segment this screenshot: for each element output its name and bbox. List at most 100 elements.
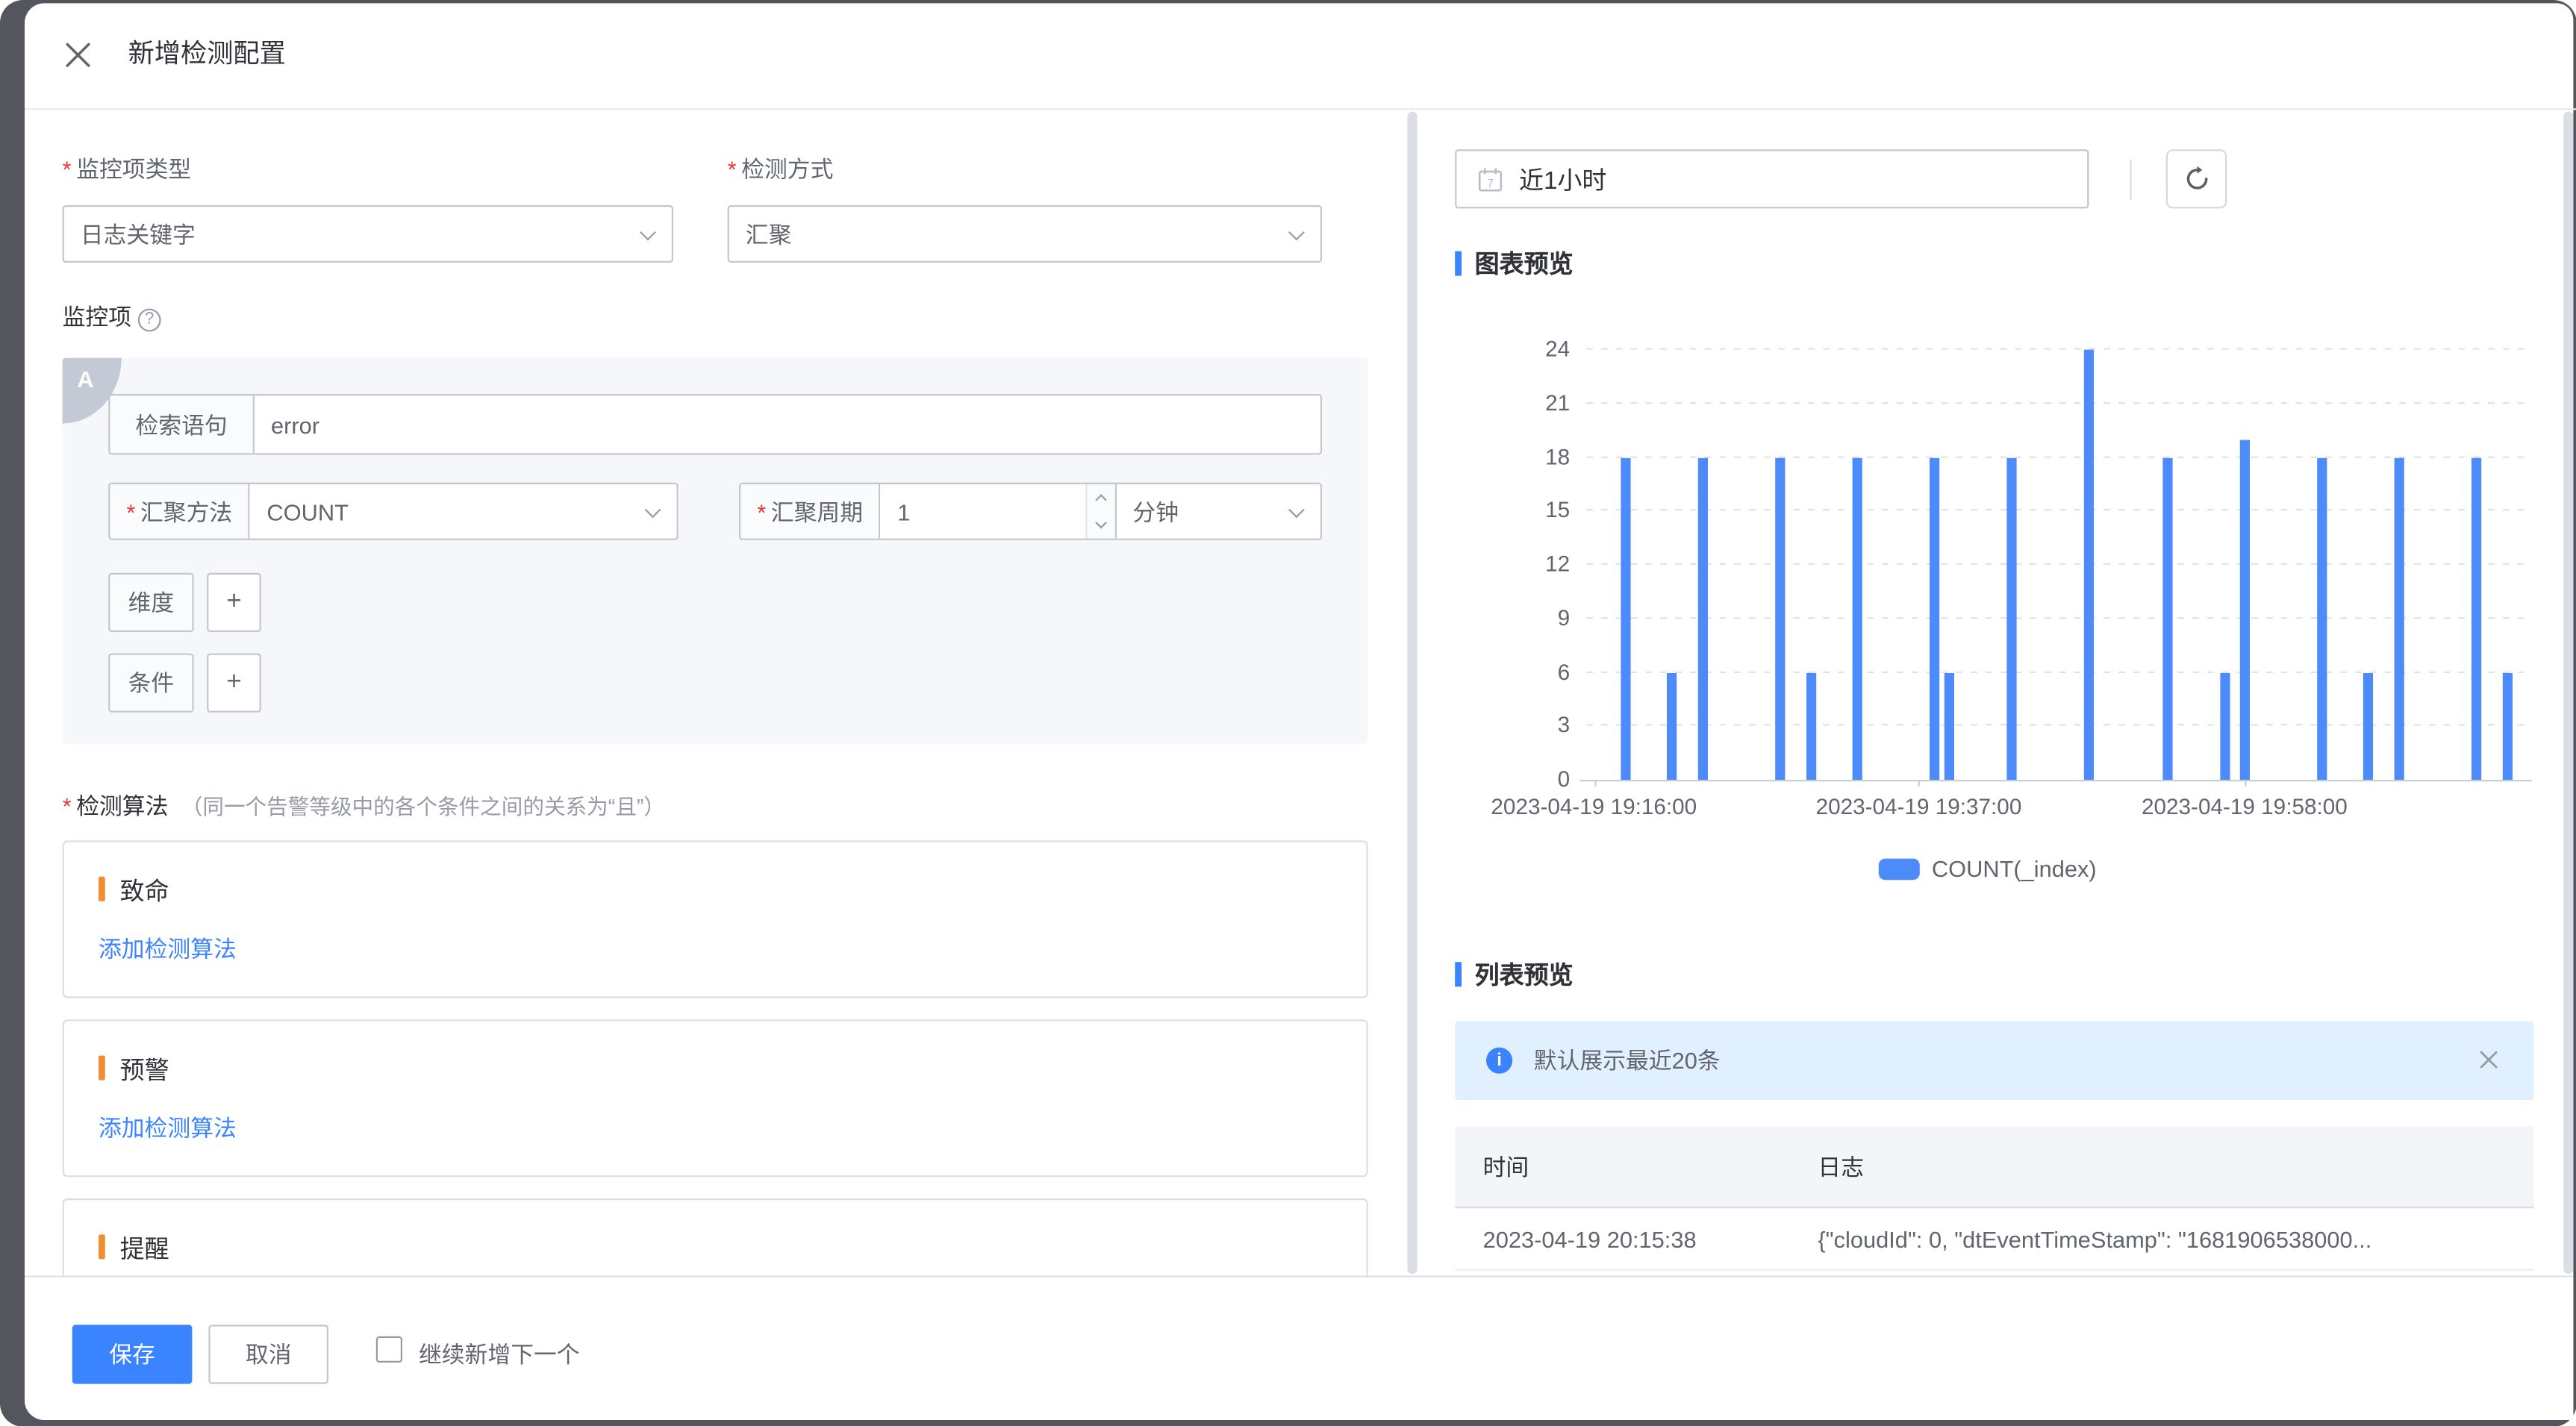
x-tick-mark	[2244, 780, 2247, 787]
chart-bar-19:53[interactable]	[2162, 457, 2172, 780]
y-tick-label: 18	[1545, 444, 1571, 469]
x-tick-label: 2023-04-19 19:37:00	[1815, 794, 2022, 819]
y-tick-label: 15	[1545, 498, 1571, 523]
agg-period-input[interactable]: 1	[881, 484, 1085, 539]
svg-text:7: 7	[1487, 177, 1494, 190]
chart-y-axis-labels: 0 3 6 9 12 15 18 21 24	[1445, 337, 1570, 793]
chart-bar-19:39[interactable]	[1945, 672, 1955, 780]
gridline-18	[1586, 455, 2531, 457]
heading-text: 图表预览	[1474, 251, 1574, 279]
condition-chip: 条件	[108, 653, 194, 713]
required-mark: *	[727, 156, 737, 183]
chart-bar-19:48[interactable]	[2084, 349, 2095, 781]
monitor-type-label: * 监控项类型	[62, 156, 192, 183]
gridline-9	[1586, 616, 2531, 619]
right-pane-scrollbar[interactable]	[2563, 111, 2574, 1275]
chart-bar-20:06[interactable]	[2363, 672, 2374, 780]
save-button[interactable]: 保存	[72, 1325, 193, 1384]
legend-marker	[1879, 857, 1921, 880]
x-tick-mark	[1918, 780, 1921, 787]
y-tick-label: 24	[1545, 337, 1571, 361]
required-mark: *	[126, 498, 136, 525]
add-algorithm-link[interactable]: 添加检测算法	[99, 1111, 237, 1144]
chart-preview-heading: 图表预览	[1455, 246, 1574, 281]
cell-time: 2023-04-19 20:15:38	[1482, 1226, 1697, 1253]
chart-bar-19:38[interactable]	[1930, 457, 1940, 780]
heading-bar	[1455, 962, 1462, 987]
dimension-chip: 维度	[108, 572, 194, 632]
required-mark: *	[62, 792, 72, 819]
gridline-6	[1586, 670, 2531, 672]
chart-plot-area	[1586, 348, 2531, 781]
agg-period-group: * 汇聚周期 1 分钟	[739, 482, 1322, 540]
spinner-down-icon[interactable]	[1087, 511, 1114, 538]
chart-bar-19:23[interactable]	[1697, 457, 1708, 780]
chart-x-axis-labels: 2023-04-19 19:16:00 2023-04-19 19:37:00 20…	[1491, 794, 2530, 828]
monitor-type-select[interactable]: 日志关键字	[62, 205, 674, 263]
detect-method-select[interactable]: 汇聚	[727, 205, 1322, 263]
chart-bar-19:58[interactable]	[2239, 439, 2250, 780]
gridline-15	[1586, 509, 2531, 511]
agg-method-value: COUNT	[266, 498, 349, 525]
time-range-picker[interactable]: 7 近1小时	[1455, 149, 2089, 209]
required-mark: *	[62, 156, 72, 183]
y-tick-label: 21	[1545, 390, 1571, 416]
add-dimension-button[interactable]: +	[207, 572, 261, 632]
chart-bar-19:18[interactable]	[1620, 457, 1630, 780]
close-icon[interactable]	[64, 41, 92, 69]
y-tick-label: 12	[1545, 551, 1571, 577]
cell-log: {"cloudId": 0, "dtEventTimeStamp": "1681…	[1818, 1226, 2372, 1253]
query-input[interactable]: error	[255, 395, 1320, 454]
alert-close-icon[interactable]	[2480, 1051, 2498, 1069]
heading-bar	[1455, 251, 1462, 276]
y-tick-label: 6	[1557, 659, 1571, 684]
refresh-button[interactable]	[2165, 149, 2227, 209]
agg-period-unit-select[interactable]: 分钟	[1114, 484, 1320, 539]
detect-method-value: 汇聚	[745, 220, 792, 248]
y-tick-label: 9	[1557, 605, 1571, 631]
chart-bar-20:15[interactable]	[2501, 672, 2513, 780]
chart-bar-19:30[interactable]	[1806, 672, 1816, 780]
agg-period-unit: 分钟	[1132, 498, 1179, 525]
col-log: 日志	[1818, 1153, 1864, 1180]
chart-bar-19:43[interactable]	[2007, 457, 2018, 780]
number-spinner	[1085, 484, 1115, 539]
drawer-title: 新增检测配置	[128, 41, 286, 69]
header-divider	[23, 107, 2576, 110]
monitor-type-value: 日志关键字	[80, 220, 196, 248]
chart-bar-20:13[interactable]	[2471, 457, 2482, 780]
chart-bar-19:33[interactable]	[1852, 457, 1862, 780]
info-alert: i 默认展示最近20条	[1455, 1021, 2534, 1099]
add-condition-button[interactable]: +	[207, 653, 261, 713]
x-tick-label: 2023-04-19 19:58:00	[2141, 794, 2348, 819]
add-algorithm-link[interactable]: 添加检测算法	[99, 933, 237, 966]
table-header-row: 时间 日志	[1455, 1126, 2534, 1209]
alert-text: 默认展示最近20条	[1533, 1047, 1721, 1074]
agg-method-select[interactable]: COUNT	[250, 484, 677, 539]
level-card-warning: 预警 添加检测算法	[62, 1019, 1368, 1178]
help-icon[interactable]: ?	[137, 307, 161, 331]
chart-bar-19:28[interactable]	[1774, 457, 1786, 780]
cancel-button[interactable]: 取消	[208, 1325, 328, 1384]
chart-bar-19:21[interactable]	[1666, 672, 1677, 780]
table-row[interactable]: 2023-04-19 20:15:38 {"cloudId": 0, "dtEv…	[1455, 1210, 2534, 1271]
chart-bar-20:03[interactable]	[2317, 457, 2327, 780]
chart-bar-19:57[interactable]	[2219, 672, 2230, 780]
agg-method-label: * 汇聚方法	[110, 484, 251, 539]
agg-method-group: * 汇聚方法 COUNT	[108, 482, 679, 540]
spinner-up-icon[interactable]	[1087, 484, 1114, 511]
query-label: 检索语句	[110, 395, 255, 454]
level-name: 致命	[119, 878, 169, 907]
left-pane-scrollbar[interactable]	[1407, 111, 1418, 1275]
time-range-value: 近1小时	[1519, 166, 1607, 195]
gridline-21	[1586, 401, 2531, 404]
chart-bar-20:08[interactable]	[2394, 457, 2404, 780]
chevron-down-icon	[644, 501, 661, 518]
info-icon: i	[1486, 1047, 1513, 1074]
y-tick-label: 3	[1557, 713, 1571, 738]
chart-legend[interactable]: COUNT(_index)	[1445, 855, 2530, 881]
y-tick-label: 0	[1557, 766, 1571, 792]
continue-checkbox[interactable]	[375, 1336, 402, 1363]
continue-label: 继续新增下一个	[419, 1341, 580, 1368]
chart-x-axis-line	[1579, 778, 2533, 781]
